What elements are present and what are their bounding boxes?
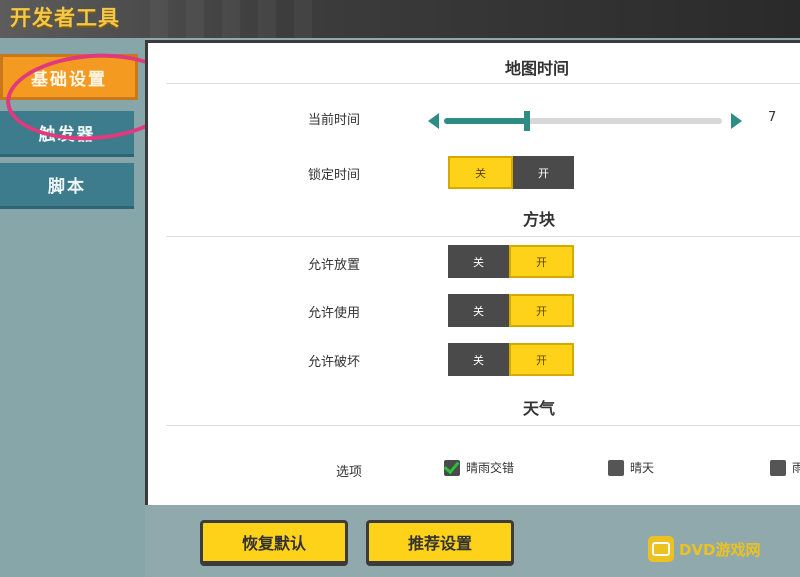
toggle-off-option[interactable]: 关 [448,294,509,327]
current-time-value: 7 [768,110,777,125]
divider [166,425,800,426]
tab-basic-settings[interactable]: 基础设置 [0,54,138,100]
weather-option-rain[interactable]: 雨 [770,459,800,476]
option-label: 雨 [792,461,800,475]
tab-script[interactable]: 脚本 [0,163,134,209]
tab-trigger[interactable]: 触发器 [0,111,134,157]
lock-time-label: 锁定时间 [308,168,361,183]
toggle-on-option[interactable]: 开 [513,156,574,189]
checkbox-checked-icon[interactable] [444,459,460,476]
watermark: DVD游戏网 [648,536,761,562]
checkbox-icon[interactable] [608,459,624,476]
divider [166,83,800,84]
sidebar: 基础设置 触发器 脚本 [0,38,145,577]
app-title: 开发者工具 [10,6,120,30]
toggle-off-option[interactable]: 关 [448,245,509,278]
allow-use-toggle[interactable]: 关 开 [448,294,574,327]
allow-break-label: 允许破坏 [308,355,361,370]
title-bar: 开发者工具 [0,0,800,38]
settings-panel: 地图时间 当前时间 7 锁定时间 关 开 方块 允许放置 关 开 允许使用 关 … [145,40,800,505]
time-slider[interactable] [444,111,722,131]
allow-place-label: 允许放置 [308,258,361,273]
slider-fill [444,118,528,124]
weather-option-sunny-rainy[interactable]: 晴雨交错 [444,459,514,476]
restore-defaults-button[interactable]: 恢复默认 [200,520,348,566]
divider [166,236,800,237]
option-label: 晴雨交错 [466,461,515,475]
gamepad-icon [648,536,674,562]
recommended-settings-button[interactable]: 推荐设置 [366,520,514,566]
current-time-label: 当前时间 [308,113,361,128]
allow-use-label: 允许使用 [308,306,361,321]
section-title-blocks: 方块 [523,210,556,229]
slider-increase-icon[interactable] [731,113,742,129]
toggle-off-option[interactable]: 关 [448,156,513,189]
slider-thumb[interactable] [524,111,531,131]
weather-options-label: 选项 [336,465,363,480]
section-title-map-time: 地图时间 [505,59,570,78]
toggle-on-option[interactable]: 开 [509,245,574,278]
allow-break-toggle[interactable]: 关 开 [448,343,574,376]
watermark-text: DVD游戏网 [679,540,761,559]
toggle-on-option[interactable]: 开 [509,294,574,327]
toggle-on-option[interactable]: 开 [509,343,574,376]
section-title-weather: 天气 [523,399,556,418]
allow-place-toggle[interactable]: 关 开 [448,245,574,278]
option-label: 晴天 [630,461,655,475]
slider-decrease-icon[interactable] [428,113,439,129]
lock-time-toggle[interactable]: 关 开 [448,156,574,189]
checkbox-icon[interactable] [770,459,786,476]
weather-option-sunny[interactable]: 晴天 [608,459,654,476]
toggle-off-option[interactable]: 关 [448,343,509,376]
